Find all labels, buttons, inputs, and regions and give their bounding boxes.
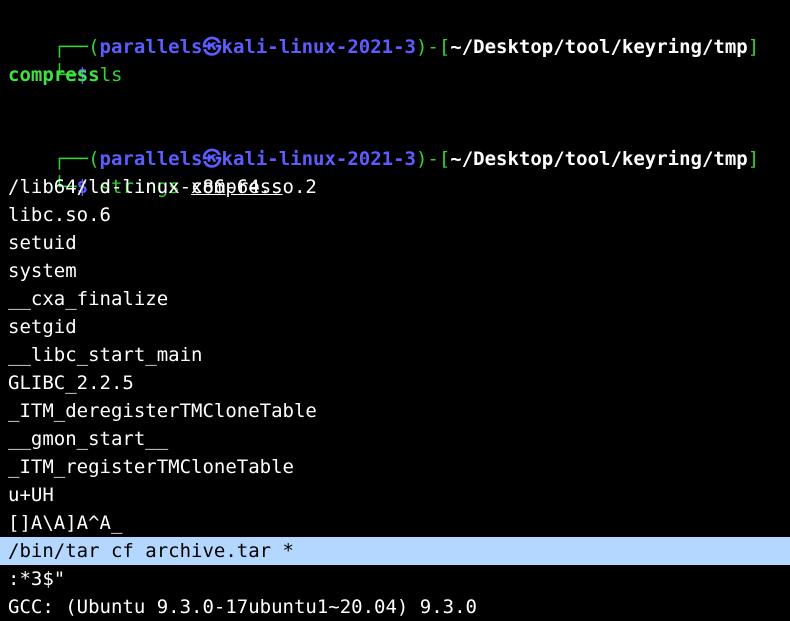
prompt-at-symbol: ㉿ — [202, 36, 222, 58]
strings-output-line: /lib64/ld-linux-x86-64.so.2 — [8, 176, 317, 198]
strings-output-line: GLIBC_2.2.5 — [8, 372, 134, 394]
strings-output-line-selected[interactable]: /bin/tar cf archive.tar * — [8, 537, 294, 565]
prompt-host: kali-linux-2021-3 — [221, 36, 416, 58]
prompt-bracket-mid: )-[ — [415, 148, 451, 170]
prompt-header-line: ┌──(parallels㉿kali-linux-2021-3)-[~/Desk… — [8, 5, 759, 58]
prompt-command-line: └─$ strings compress — [8, 145, 283, 198]
strings-output-line: GCC: (Ubuntu 9.3.0-17ubuntu1~20.04) 9.3.… — [8, 596, 477, 618]
strings-output-line: libc.so.6 — [8, 204, 111, 226]
strings-output-line: system — [8, 260, 77, 282]
strings-output-line: u+UH — [8, 484, 54, 506]
terminal-window[interactable]: ┌──(parallels㉿kali-linux-2021-3)-[~/Desk… — [0, 0, 790, 618]
prompt-bracket-end: ] — [747, 148, 760, 170]
strings-output-line: :*3$" — [8, 568, 66, 590]
strings-output-line: setgid — [8, 316, 77, 338]
strings-output-line: __libc_start_main — [8, 344, 203, 366]
prompt-bracket-mid: )-[ — [415, 36, 451, 58]
prompt-cwd: ~/Desktop/tool/keyring/tmp — [450, 148, 748, 170]
prompt-bracket-end: ] — [747, 36, 760, 58]
prompt-cwd: ~/Desktop/tool/keyring/tmp — [450, 36, 748, 58]
prompt-command-line: └─$ ls — [8, 33, 123, 86]
command-name: ls — [99, 64, 123, 86]
strings-output-line: _ITM_deregisterTMCloneTable — [8, 400, 317, 422]
strings-output-line: __gmon_start__ — [8, 428, 169, 450]
strings-output-line: __cxa_finalize — [8, 288, 169, 310]
ls-output-entry: compress — [8, 64, 100, 86]
prompt-header-line: ┌──(parallels㉿kali-linux-2021-3)-[~/Desk… — [8, 117, 759, 170]
strings-output-line: setuid — [8, 232, 77, 254]
strings-output-line: []A\A]A^A_ — [8, 512, 123, 534]
strings-output-line: _ITM_registerTMCloneTable — [8, 456, 294, 478]
